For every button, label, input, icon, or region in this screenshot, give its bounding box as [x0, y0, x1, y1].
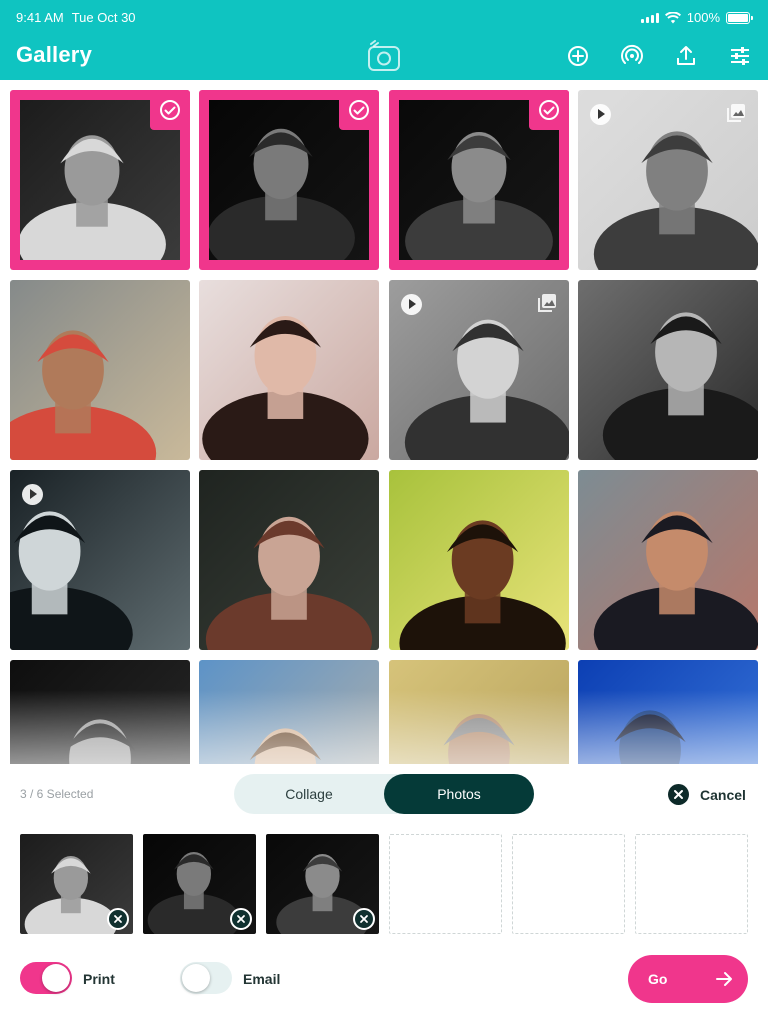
- photo-tile[interactable]: [389, 660, 569, 764]
- play-icon: [401, 294, 422, 315]
- email-toggle[interactable]: [180, 962, 232, 994]
- photo-grid: [0, 80, 768, 764]
- photo-thumbnail: [578, 280, 758, 460]
- photo-tile[interactable]: [199, 280, 379, 460]
- add-circle-icon[interactable]: [566, 44, 590, 68]
- photo-tile[interactable]: [10, 470, 190, 650]
- photo-tile[interactable]: [10, 660, 190, 764]
- photo-tile[interactable]: [199, 90, 379, 270]
- print-toggle[interactable]: [20, 962, 72, 994]
- play-icon: [22, 484, 43, 505]
- photo-tile[interactable]: [389, 470, 569, 650]
- share-icon[interactable]: [674, 44, 698, 68]
- wifi-icon: [664, 11, 681, 23]
- remove-icon[interactable]: [107, 908, 129, 930]
- battery-percent: 100%: [686, 10, 720, 25]
- go-label: Go: [648, 971, 668, 987]
- selected-slot[interactable]: [266, 834, 379, 934]
- tab-photos[interactable]: Photos: [384, 774, 534, 814]
- remove-icon[interactable]: [230, 908, 252, 930]
- status-time: 9:41 AM: [16, 10, 64, 25]
- selection-panel: 3 / 6 Selected Collage Photos Cancel Pri…: [0, 764, 768, 1024]
- photo-thumbnail: [199, 660, 379, 764]
- photo-tile[interactable]: [389, 280, 569, 460]
- empty-slot: [389, 834, 502, 934]
- photo-thumbnail: [389, 470, 569, 650]
- camera-icon[interactable]: [366, 40, 402, 72]
- photo-tile[interactable]: [10, 90, 190, 270]
- mode-segmented-control: Collage Photos: [234, 774, 534, 814]
- check-circle-icon: [529, 90, 569, 130]
- check-circle-icon: [150, 90, 190, 130]
- photo-thumbnail: [389, 660, 569, 764]
- selected-slot[interactable]: [20, 834, 133, 934]
- photo-tile[interactable]: [389, 90, 569, 270]
- empty-slot: [635, 834, 748, 934]
- print-label: Print: [83, 971, 115, 987]
- selected-slot[interactable]: [143, 834, 256, 934]
- close-circle-icon: [668, 784, 689, 805]
- signal-icon: [640, 12, 659, 23]
- selection-count: 3 / 6 Selected: [20, 787, 94, 801]
- photo-thumbnail: [10, 280, 190, 460]
- photo-tile[interactable]: [578, 90, 758, 270]
- photo-thumbnail: [578, 660, 758, 764]
- cancel-label: Cancel: [700, 786, 746, 803]
- play-icon: [590, 104, 611, 125]
- go-button[interactable]: Go: [628, 955, 748, 1003]
- empty-slot: [512, 834, 625, 934]
- photo-thumbnail: [10, 660, 190, 764]
- photo-thumbnail: [199, 470, 379, 650]
- photo-tile[interactable]: [199, 660, 379, 764]
- photo-tile[interactable]: [10, 280, 190, 460]
- image-stack-icon: [727, 104, 745, 122]
- photo-tile[interactable]: [578, 660, 758, 764]
- page-title: Gallery: [16, 42, 93, 67]
- status-bar: 9:41 AM Tue Oct 30 100%: [0, 0, 768, 34]
- image-stack-icon: [538, 294, 556, 312]
- photo-thumbnail: [199, 280, 379, 460]
- check-circle-icon: [339, 90, 379, 130]
- battery-icon: [726, 11, 753, 24]
- sliders-icon[interactable]: [728, 44, 752, 68]
- status-date: Tue Oct 30: [71, 10, 136, 25]
- photo-tile[interactable]: [578, 470, 758, 650]
- email-label: Email: [243, 971, 281, 987]
- arrow-right-icon: [716, 972, 732, 986]
- photo-tile[interactable]: [199, 470, 379, 650]
- cancel-button[interactable]: Cancel: [668, 784, 746, 805]
- broadcast-icon[interactable]: [620, 44, 644, 68]
- app-header: 9:41 AM Tue Oct 30 100% Gallery: [0, 0, 768, 80]
- tab-collage[interactable]: Collage: [234, 774, 384, 814]
- photo-tile[interactable]: [578, 280, 758, 460]
- remove-icon[interactable]: [353, 908, 375, 930]
- photo-thumbnail: [578, 470, 758, 650]
